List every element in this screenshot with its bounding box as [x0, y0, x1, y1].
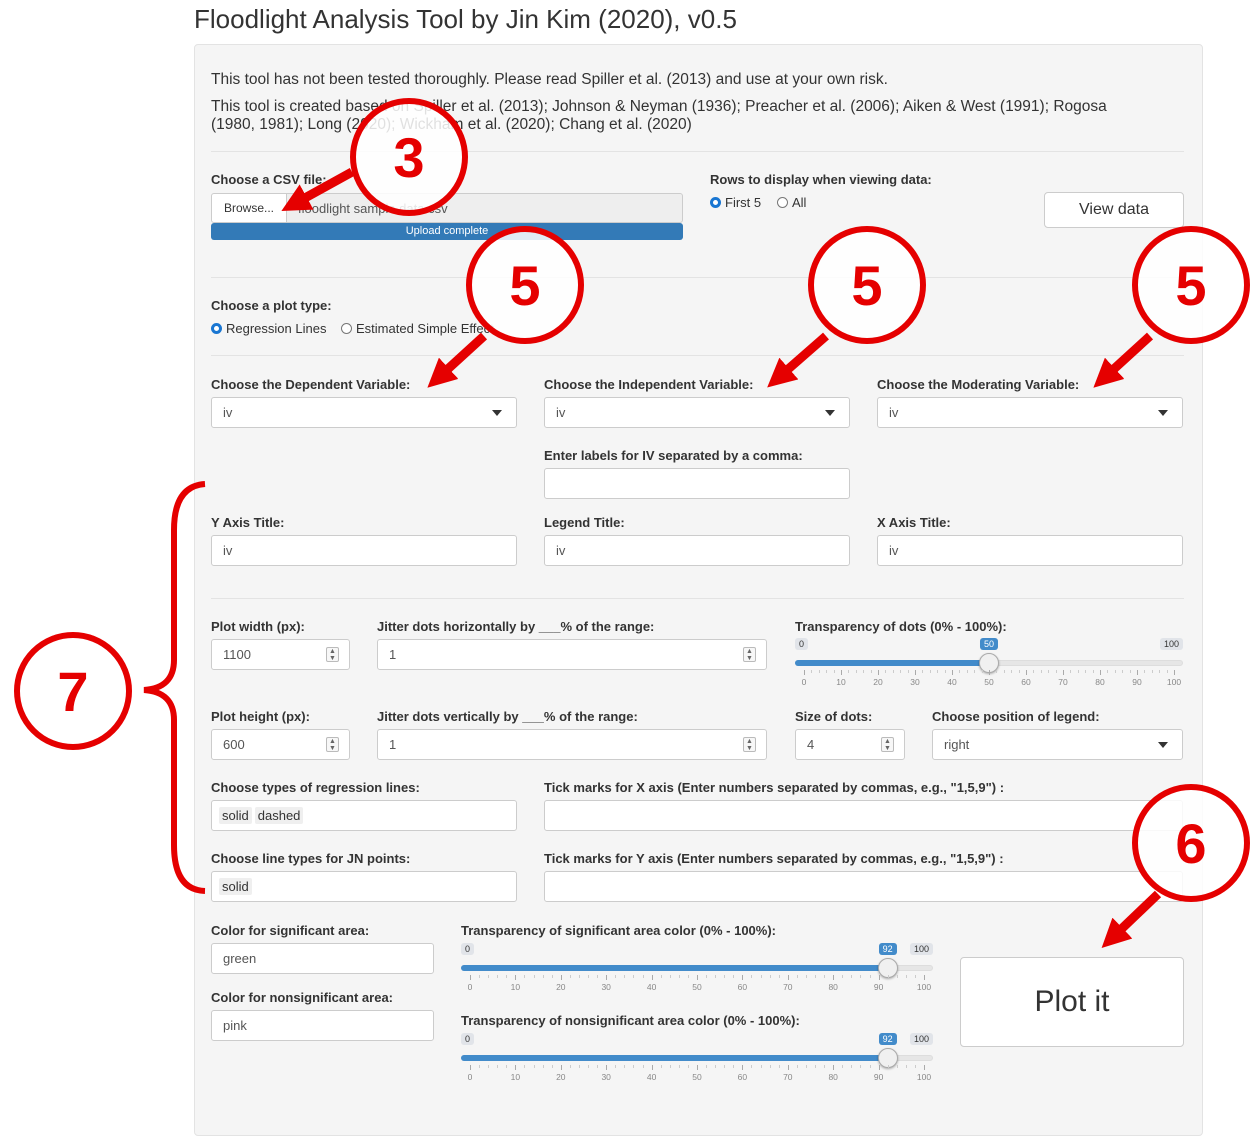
arrow-step3	[281, 168, 355, 211]
step-5-marker-iv: 5	[808, 226, 926, 344]
bracket-step7	[143, 481, 206, 894]
step-5-marker-mod: 5	[1132, 226, 1250, 344]
arrow-step5-mod	[1093, 332, 1154, 388]
arrow-step6	[1101, 890, 1162, 948]
arrow-step5-iv	[767, 332, 829, 388]
step-5-marker-dv: 5	[466, 226, 584, 344]
step-3-marker: 3	[350, 98, 468, 216]
annotation-overlay	[143, 168, 1162, 948]
arrow-step5-dv	[427, 332, 488, 388]
step-7-marker: 7	[14, 632, 132, 750]
step-6-marker: 6	[1132, 784, 1250, 902]
